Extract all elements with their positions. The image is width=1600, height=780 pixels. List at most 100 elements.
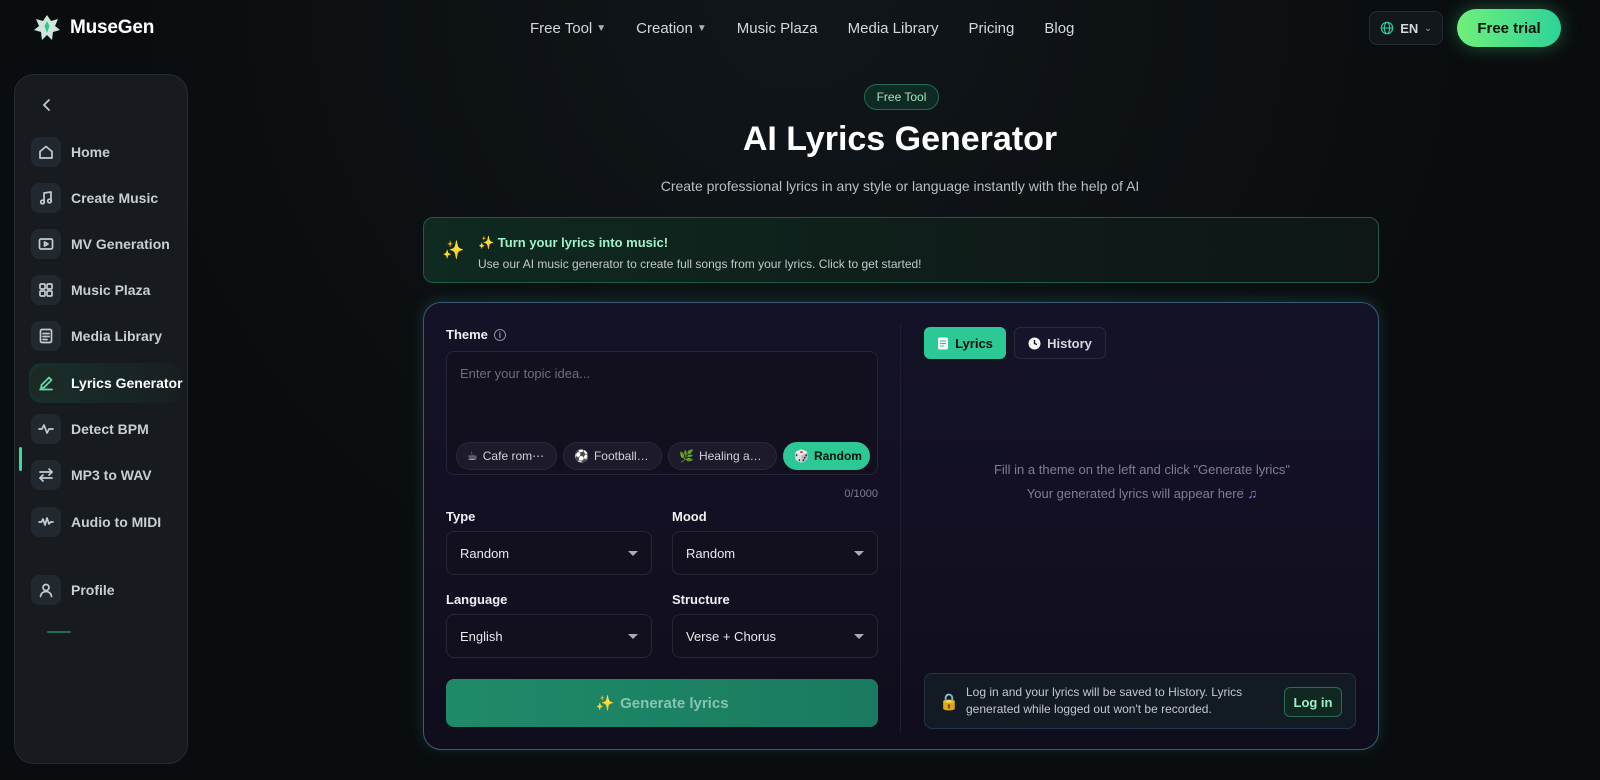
nav-pricing[interactable]: Pricing — [969, 20, 1015, 37]
caret-down-icon — [854, 550, 864, 556]
lyrics-generator-panel: Themei ☕ Cafe rom⋯ ⚽ Football g⋯ 🌿 Heali… — [423, 302, 1379, 750]
free-tool-badge: Free Tool — [864, 84, 939, 110]
sidebar-item-label: Lyrics Generator — [71, 375, 183, 391]
theme-label: Theme i — [446, 327, 506, 342]
nav-creation[interactable]: Creation ▼ — [636, 20, 707, 37]
football-icon: ⚽ — [574, 449, 589, 463]
page-title: AI Lyrics Generator — [742, 120, 1058, 158]
tab-history[interactable]: History — [1014, 327, 1106, 359]
theme-box: ☕ Cafe rom⋯ ⚽ Football g⋯ 🌿 Healing aft⋯… — [446, 351, 878, 475]
clock-icon — [1028, 337, 1041, 349]
sidebar-item-media-library[interactable]: Media Library — [29, 316, 181, 356]
sidebar-item-label: Create Music — [71, 190, 159, 206]
top-navigation: MuseGen Free Tool ▼ Creation ▼ Music Pla… — [0, 0, 1600, 56]
swap-arrows-icon — [31, 460, 61, 490]
language-code: EN — [1400, 20, 1419, 36]
sidebar-item-detect-bpm[interactable]: Detect BPM — [29, 409, 181, 449]
chevron-down-icon: ⌄ — [1424, 22, 1432, 33]
user-icon — [31, 575, 61, 605]
sidebar-item-music-plaza[interactable]: Music Plaza — [29, 270, 181, 310]
login-notice-text: Log in and your lyrics will be saved to … — [966, 685, 1243, 716]
sidebar-item-label: Audio to MIDI — [71, 514, 162, 530]
coffee-icon: ☕ — [467, 449, 478, 463]
collapse-sidebar-icon[interactable] — [37, 95, 57, 115]
structure-label: Structure — [672, 592, 730, 607]
suggestion-chip-cafe[interactable]: ☕ Cafe rom⋯ — [456, 442, 557, 470]
chip-label: Healing aft⋯ — [698, 449, 765, 463]
sidebar-item-lyrics-generator[interactable]: Lyrics Generator — [29, 363, 183, 403]
mood-value: Random — [686, 545, 736, 561]
nav-media-library[interactable]: Media Library — [848, 20, 939, 37]
free-trial-button[interactable]: Free trial — [1457, 9, 1561, 47]
sidebar-item-mp3-to-wav[interactable]: MP3 to WAV — [29, 455, 181, 495]
sidebar-item-mv-generation[interactable]: MV Generation — [29, 224, 181, 264]
nav-links: Free Tool ▼ Creation ▼ Music Plaza Media… — [530, 16, 1074, 40]
theme-label-text: Theme — [446, 327, 488, 342]
grid-icon — [31, 275, 61, 305]
language-select[interactable]: English — [446, 614, 652, 658]
document-icon — [31, 321, 61, 351]
promo-title: ✨ Turn your lyrics into music! — [478, 235, 669, 250]
page-subtitle: Create professional lyrics in any style … — [660, 178, 1140, 194]
globe-icon — [1380, 21, 1394, 35]
herb-icon: 🌿 — [679, 449, 694, 463]
home-icon — [31, 137, 61, 167]
lock-icon: 🔒 — [939, 694, 959, 711]
nav-music-plaza-label: Music Plaza — [736, 19, 818, 37]
info-icon[interactable]: i — [493, 329, 506, 341]
generate-lyrics-button[interactable]: ✨ Generate lyrics — [446, 679, 878, 727]
nav-blog[interactable]: Blog — [1044, 20, 1074, 37]
theme-suggestions: ☕ Cafe rom⋯ ⚽ Football g⋯ 🌿 Healing aft⋯… — [456, 442, 870, 470]
login-button[interactable]: Log in — [1284, 687, 1342, 717]
suggestion-chip-football[interactable]: ⚽ Football g⋯ — [563, 442, 662, 470]
type-select[interactable]: Random — [446, 531, 652, 575]
pulse-icon — [31, 414, 61, 444]
empty-state-line2-text: Your generated lyrics will appear here — [1026, 486, 1244, 501]
sidebar-item-label: Home — [71, 144, 110, 160]
sidebar-item-profile[interactable]: Profile — [29, 570, 181, 610]
chip-label: Cafe rom⋯ — [482, 449, 545, 463]
empty-state-line2: Your generated lyrics will appear here ♫ — [924, 486, 1360, 501]
panel-divider — [900, 323, 901, 733]
mood-select[interactable]: Random — [672, 531, 878, 575]
caret-down-icon — [628, 633, 638, 639]
language-label: Language — [446, 592, 508, 607]
random-theme-button[interactable]: 🎲 Random — [783, 442, 870, 470]
nav-pricing-label: Pricing — [968, 19, 1015, 37]
chip-label: Random — [813, 449, 862, 463]
caret-down-icon: ▼ — [696, 22, 707, 34]
waveform-icon — [31, 507, 61, 537]
caret-down-icon — [854, 633, 864, 639]
type-value: Random — [460, 545, 510, 561]
sidebar-item-create-music[interactable]: Create Music — [29, 178, 181, 218]
nav-music-plaza[interactable]: Music Plaza — [737, 20, 818, 37]
sidebar-item-label: Music Plaza — [71, 282, 151, 298]
chip-label: Football g⋯ — [593, 449, 651, 463]
generate-lyrics-label: Generate lyrics — [620, 694, 729, 712]
document-icon — [938, 337, 949, 349]
nav-creation-label: Creation — [636, 19, 693, 37]
caret-down-icon: ▼ — [596, 22, 607, 34]
type-label: Type — [446, 509, 476, 524]
sidebar-divider — [47, 631, 71, 633]
brand-name: MuseGen — [70, 17, 155, 38]
active-indicator — [19, 447, 22, 471]
sidebar-item-label: Profile — [71, 582, 115, 598]
theme-input[interactable] — [447, 352, 877, 432]
tab-lyrics-label: Lyrics — [955, 335, 993, 351]
sidebar-item-audio-to-midi[interactable]: Audio to MIDI — [29, 502, 181, 542]
structure-select[interactable]: Verse + Chorus — [672, 614, 878, 658]
promo-banner[interactable]: ✨ ✨ Turn your lyrics into music! Use our… — [423, 217, 1379, 283]
empty-state-line1: Fill in a theme on the left and click "G… — [993, 462, 1291, 477]
nav-media-library-label: Media Library — [847, 19, 939, 37]
sidebar-item-label: MP3 to WAV — [71, 467, 152, 483]
tab-lyrics[interactable]: Lyrics — [924, 327, 1006, 359]
logo-icon — [34, 15, 60, 40]
suggestion-chip-healing[interactable]: 🌿 Healing aft⋯ — [668, 442, 777, 470]
nav-free-tool[interactable]: Free Tool ▼ — [530, 20, 606, 37]
mood-label: Mood — [672, 509, 707, 524]
language-selector[interactable]: EN ⌄ — [1369, 11, 1443, 45]
logo[interactable]: MuseGen — [32, 12, 154, 44]
sidebar-item-home[interactable]: Home — [29, 132, 181, 172]
sidebar-item-label: Media Library — [71, 328, 163, 344]
